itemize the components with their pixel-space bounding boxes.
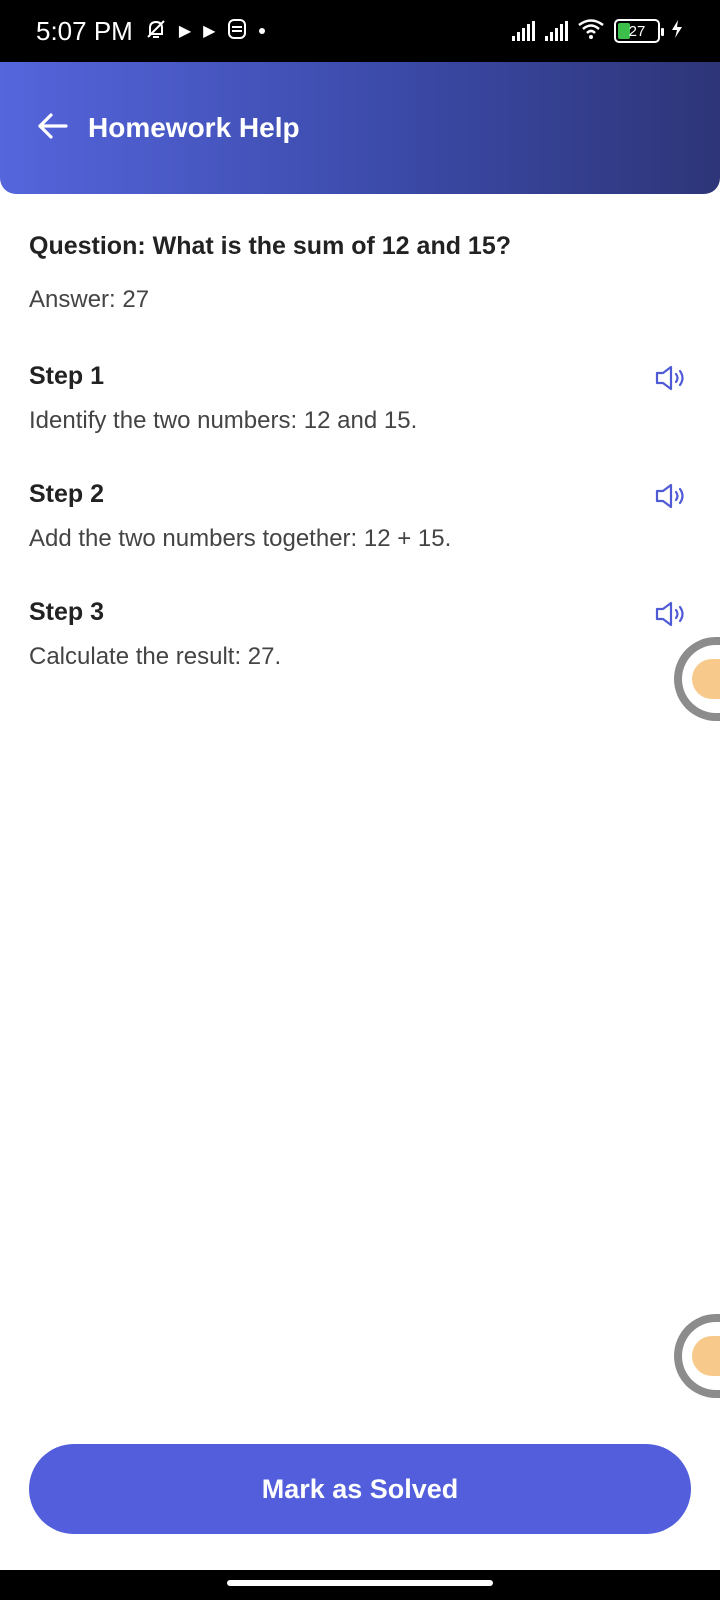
charging-icon (670, 19, 684, 44)
speaker-icon (654, 482, 688, 515)
read-aloud-button[interactable] (651, 362, 691, 398)
wifi-icon (578, 18, 604, 44)
floating-bubble-button[interactable] (674, 1314, 720, 1398)
app-icon (227, 16, 247, 47)
mark-as-solved-button[interactable]: Mark as Solved (29, 1444, 691, 1534)
play-icon: ▶ (178, 23, 192, 40)
battery-icon: 27 (614, 19, 664, 43)
question-text: Question: What is the sum of 12 and 15? (29, 232, 512, 260)
step-text: Identify the two numbers: 12 and 15. (29, 407, 418, 434)
app-header: Homework Help (0, 62, 720, 194)
homework-content: Question: What is the sum of 12 and 15? … (29, 226, 691, 674)
speaker-icon (654, 364, 688, 397)
step-text: Add the two numbers together: 12 + 15. (29, 525, 452, 552)
battery-level: 27 (628, 22, 646, 40)
answer-text: Answer: 27 (29, 286, 150, 313)
home-indicator[interactable] (227, 1580, 493, 1586)
status-time: 5:07 PM (36, 15, 133, 46)
dot-icon (259, 28, 266, 34)
signal-icon (545, 21, 568, 41)
bubble-avatar (692, 1336, 720, 1376)
signal-icon (512, 21, 535, 41)
back-button[interactable] (32, 108, 72, 148)
page-title: Homework Help (88, 112, 300, 143)
step-title: Step 1 (29, 362, 105, 390)
step-title: Step 3 (29, 598, 105, 626)
step-title: Step 2 (29, 480, 105, 508)
speaker-icon (654, 600, 688, 633)
status-bar: 5:07 PM ▶ ▶ 27 (0, 0, 720, 62)
read-aloud-button[interactable] (651, 480, 691, 516)
arrow-left-icon (36, 112, 68, 145)
status-right: 27 (512, 18, 684, 44)
step-1: Step 1 Identify the two numbers: 12 and … (29, 358, 691, 438)
read-aloud-button[interactable] (651, 598, 691, 634)
step-2: Step 2 Add the two numbers together: 12 … (29, 476, 691, 556)
play-icon: ▶ (203, 23, 216, 40)
status-left: 5:07 PM ▶ ▶ (36, 15, 266, 47)
step-text: Calculate the result: 27. (29, 643, 282, 670)
bubble-avatar (692, 659, 720, 699)
muted-bell-icon (145, 16, 167, 47)
step-3: Step 3 Calculate the result: 27. (29, 594, 691, 674)
